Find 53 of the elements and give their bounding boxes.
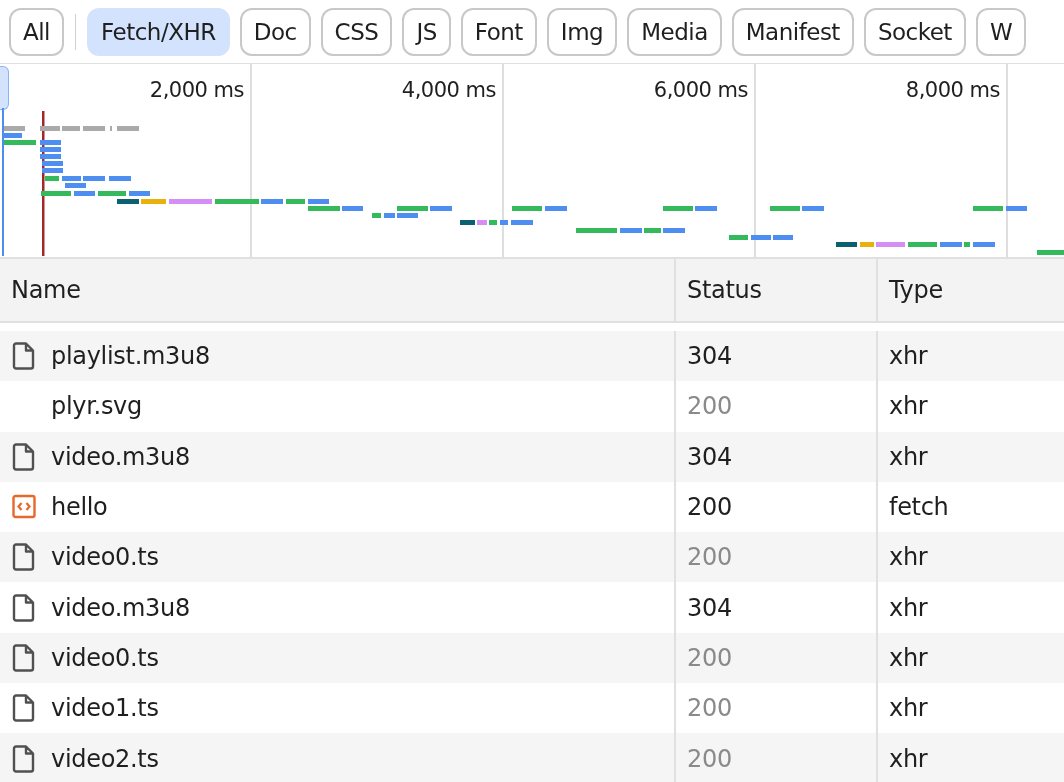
request-type: xhr xyxy=(889,744,928,773)
time-tick-label: 8,000 ms xyxy=(905,78,1000,102)
document-icon xyxy=(11,643,37,672)
filter-chip[interactable]: Img xyxy=(546,7,618,56)
filter-chip[interactable]: Doc xyxy=(239,7,311,56)
column-header[interactable]: Type xyxy=(889,276,943,304)
filter-chip[interactable]: JS xyxy=(402,7,451,56)
time-tick-label: 6,000 ms xyxy=(653,78,748,102)
request-name[interactable]: video1.ts xyxy=(51,694,159,723)
filter-chip[interactable]: Socket xyxy=(863,7,966,56)
request-type: xhr xyxy=(889,442,928,471)
filter-chip[interactable]: W xyxy=(975,7,1027,56)
filter-chip[interactable]: CSS xyxy=(320,7,393,56)
status-code: 304 xyxy=(687,593,732,622)
filter-chip[interactable]: Manifest xyxy=(731,7,854,56)
status-code: 200 xyxy=(687,392,732,421)
document-icon xyxy=(11,694,37,723)
filter-chip[interactable]: All xyxy=(9,7,64,56)
filter-chip[interactable]: Fetch/XHR xyxy=(87,7,230,56)
range-handle[interactable] xyxy=(0,66,9,110)
request-name[interactable]: video.m3u8 xyxy=(51,442,190,471)
column-header[interactable]: Status xyxy=(687,276,762,304)
request-type: xhr xyxy=(889,694,928,723)
request-type: xhr xyxy=(889,392,928,421)
request-name[interactable]: playlist.m3u8 xyxy=(51,342,210,371)
request-name[interactable]: plyr.svg xyxy=(51,392,142,421)
document-icon xyxy=(11,744,37,773)
filter-chip[interactable]: Media xyxy=(627,7,722,56)
status-code: 200 xyxy=(687,643,732,672)
status-code: 200 xyxy=(687,694,732,723)
document-icon xyxy=(11,442,37,471)
request-name[interactable]: video0.ts xyxy=(51,643,159,672)
request-type: fetch xyxy=(889,493,949,522)
request-type: xhr xyxy=(889,593,928,622)
request-name[interactable]: hello xyxy=(51,493,108,522)
status-code: 304 xyxy=(687,442,732,471)
column-header[interactable]: Name xyxy=(11,276,81,304)
time-tick-label: 4,000 ms xyxy=(401,78,496,102)
document-icon xyxy=(11,342,37,371)
request-name[interactable]: video.m3u8 xyxy=(51,593,190,622)
request-name[interactable]: video0.ts xyxy=(51,543,159,572)
request-type: xhr xyxy=(889,643,928,672)
document-icon xyxy=(11,593,37,622)
time-tick-label: 2,000 ms xyxy=(149,78,244,102)
status-code: 200 xyxy=(687,543,732,572)
request-type: xhr xyxy=(889,342,928,371)
request-name[interactable]: video2.ts xyxy=(51,744,159,773)
status-code: 304 xyxy=(687,342,732,371)
document-icon xyxy=(11,543,37,572)
request-type: xhr xyxy=(889,543,928,572)
status-code: 200 xyxy=(687,744,732,773)
filter-chip[interactable]: Font xyxy=(460,7,537,56)
status-code: 200 xyxy=(687,493,732,522)
